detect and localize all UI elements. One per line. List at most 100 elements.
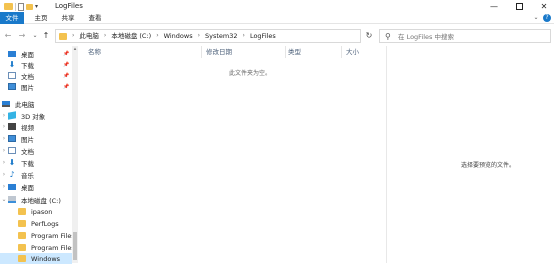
recent-locations-chevron-icon[interactable]: ⌄ (30, 30, 40, 42)
refresh-button[interactable]: ↻ (362, 29, 376, 43)
preview-message: 选择要预览的文件。 (461, 162, 516, 169)
expand-arrow-icon[interactable]: › (0, 123, 8, 130)
breadcrumb-separator[interactable]: › (243, 30, 245, 42)
preview-pane: 选择要预览的文件。 (386, 46, 554, 263)
sidebar-item-desktop-pinned[interactable]: 桌面 📌 (0, 48, 72, 59)
sidebar-scrollbar[interactable]: ▴ (72, 46, 78, 263)
sidebar-item-perflogs[interactable]: PerfLogs (0, 218, 72, 229)
folder-icon (4, 3, 13, 10)
scrollbar-thumb[interactable] (73, 232, 77, 260)
sidebar-item-windows[interactable]: Windows (0, 253, 72, 264)
tab-view[interactable]: 查看 (84, 12, 106, 24)
expand-arrow-icon[interactable]: › (0, 159, 8, 166)
breadcrumb-separator[interactable]: › (104, 30, 106, 42)
close-button[interactable]: ✕ (532, 0, 554, 12)
breadcrumb-separator[interactable]: › (156, 30, 158, 42)
desktop-icon (8, 183, 16, 190)
download-icon: ⬇ (8, 158, 16, 167)
breadcrumb-separator[interactable]: › (72, 30, 74, 42)
scroll-up-arrow-icon[interactable]: ▴ (72, 46, 78, 52)
breadcrumb-system32[interactable]: System32 (205, 30, 238, 42)
sidebar-item-label: PerfLogs (31, 219, 59, 228)
minimize-button[interactable]: — (482, 0, 506, 12)
sidebar-item-music[interactable]: › ♪ 音乐 (0, 169, 72, 180)
properties-icon[interactable] (18, 2, 24, 11)
breadcrumb-local-disk[interactable]: 本地磁盘 (C:) (111, 30, 151, 42)
sidebar-item-pictures[interactable]: › 图片 (0, 133, 72, 144)
sidebar-item-program-files-x86[interactable]: Program Files (0, 242, 72, 253)
new-folder-icon[interactable] (26, 3, 33, 10)
sidebar-item-label: 图片 (21, 83, 34, 92)
document-icon (8, 147, 16, 154)
pin-icon: 📌 (63, 50, 70, 57)
expand-arrow-icon[interactable]: › (0, 171, 8, 178)
folder-icon (18, 255, 26, 262)
search-input[interactable] (398, 31, 548, 42)
sidebar-item-program-files[interactable]: Program Files (0, 230, 72, 241)
sidebar-item-label: 音乐 (21, 171, 34, 180)
expand-arrow-icon[interactable]: › (0, 135, 8, 142)
video-icon (8, 123, 16, 130)
sidebar-item-this-pc[interactable]: 此电脑 (0, 98, 72, 109)
column-header-type[interactable]: 类型 (285, 46, 342, 58)
column-header-size[interactable]: 大小 (343, 46, 383, 58)
sidebar-item-downloads-pinned[interactable]: ⬇ 下载 📌 (0, 59, 72, 70)
quick-access-toolbar: ▾ (4, 2, 38, 11)
sidebar-item-label: 文档 (21, 147, 34, 156)
search-icon: ⚲ (385, 32, 391, 41)
tab-home[interactable]: 主页 (30, 12, 52, 24)
window-title: LogFiles (55, 2, 83, 10)
breadcrumb-separator[interactable]: › (198, 30, 200, 42)
music-icon: ♪ (9, 170, 15, 179)
forward-button[interactable]: → (17, 30, 27, 42)
sidebar-item-label: 文档 (21, 72, 34, 81)
help-icon[interactable]: ? (543, 14, 551, 22)
desktop-icon (8, 50, 16, 57)
sidebar-item-desktop[interactable]: › 桌面 (0, 181, 72, 192)
maximize-button[interactable] (507, 0, 531, 12)
sidebar-item-label: 图片 (21, 135, 34, 144)
expand-arrow-icon[interactable]: › (0, 112, 8, 119)
tab-file[interactable]: 文件 (0, 12, 24, 24)
navigation-bar: ← → ⌄ ↑ › 此电脑 › 本地磁盘 (C:) › Windows › Sy… (0, 27, 554, 45)
sidebar-item-label: 本地磁盘 (C:) (21, 196, 61, 205)
customize-toolbar-chevron-icon[interactable]: ▾ (35, 3, 38, 10)
ribbon-tabs: 文件 主页 共享 查看 ⌄ ? (0, 12, 554, 24)
column-header-date-modified[interactable]: 修改日期 (203, 46, 286, 58)
picture-icon (8, 135, 16, 142)
expand-arrow-icon[interactable]: › (0, 147, 8, 154)
sidebar-item-ipason[interactable]: ipason (0, 206, 72, 217)
sidebar-item-pictures-pinned[interactable]: 图片 📌 (0, 81, 72, 92)
breadcrumb-logfiles[interactable]: LogFiles (250, 30, 276, 42)
picture-icon (8, 83, 16, 90)
sidebar-item-label: 3D 对象 (21, 112, 46, 121)
address-bar[interactable]: › 此电脑 › 本地磁盘 (C:) › Windows › System32 ›… (55, 29, 413, 43)
back-button[interactable]: ← (3, 30, 13, 42)
sidebar-item-label: 下载 (21, 61, 34, 70)
breadcrumb-windows[interactable]: Windows (164, 30, 193, 42)
sidebar-item-label: 桌面 (21, 50, 34, 59)
sidebar-item-label: 视频 (21, 123, 34, 132)
expand-ribbon-icon[interactable]: ⌄ (531, 13, 541, 23)
breadcrumb-this-pc[interactable]: 此电脑 (79, 30, 99, 42)
sidebar-item-videos[interactable]: › 视频 (0, 121, 72, 132)
empty-folder-message: 此文件夹为空。 (229, 70, 272, 77)
sidebar-item-downloads[interactable]: › ⬇ 下载 (0, 157, 72, 168)
maximize-icon (515, 2, 523, 10)
sidebar-item-local-disk[interactable]: ⌄ 本地磁盘 (C:) (0, 194, 72, 205)
sidebar-item-documents-pinned[interactable]: 文档 📌 (0, 70, 72, 81)
sidebar-item-3d-objects[interactable]: › 3D 对象 (0, 110, 72, 121)
expand-arrow-icon[interactable]: ⌄ (0, 196, 8, 203)
folder-icon (18, 232, 26, 239)
sidebar-item-label: Program Files (31, 243, 72, 252)
title-bar: ▾ LogFiles — ✕ (0, 0, 554, 12)
folder-icon (59, 33, 67, 40)
up-button[interactable]: ↑ (41, 30, 51, 42)
expand-arrow-icon[interactable]: › (0, 183, 8, 190)
search-box[interactable]: ⚲ (379, 29, 551, 43)
file-list-pane[interactable]: 名称 修改日期 类型 大小 此文件夹为空。 (79, 46, 385, 263)
sidebar-item-documents[interactable]: › 文档 (0, 145, 72, 156)
tab-share[interactable]: 共享 (57, 12, 79, 24)
computer-icon (2, 100, 10, 107)
column-header-name[interactable]: 名称 (85, 46, 202, 58)
